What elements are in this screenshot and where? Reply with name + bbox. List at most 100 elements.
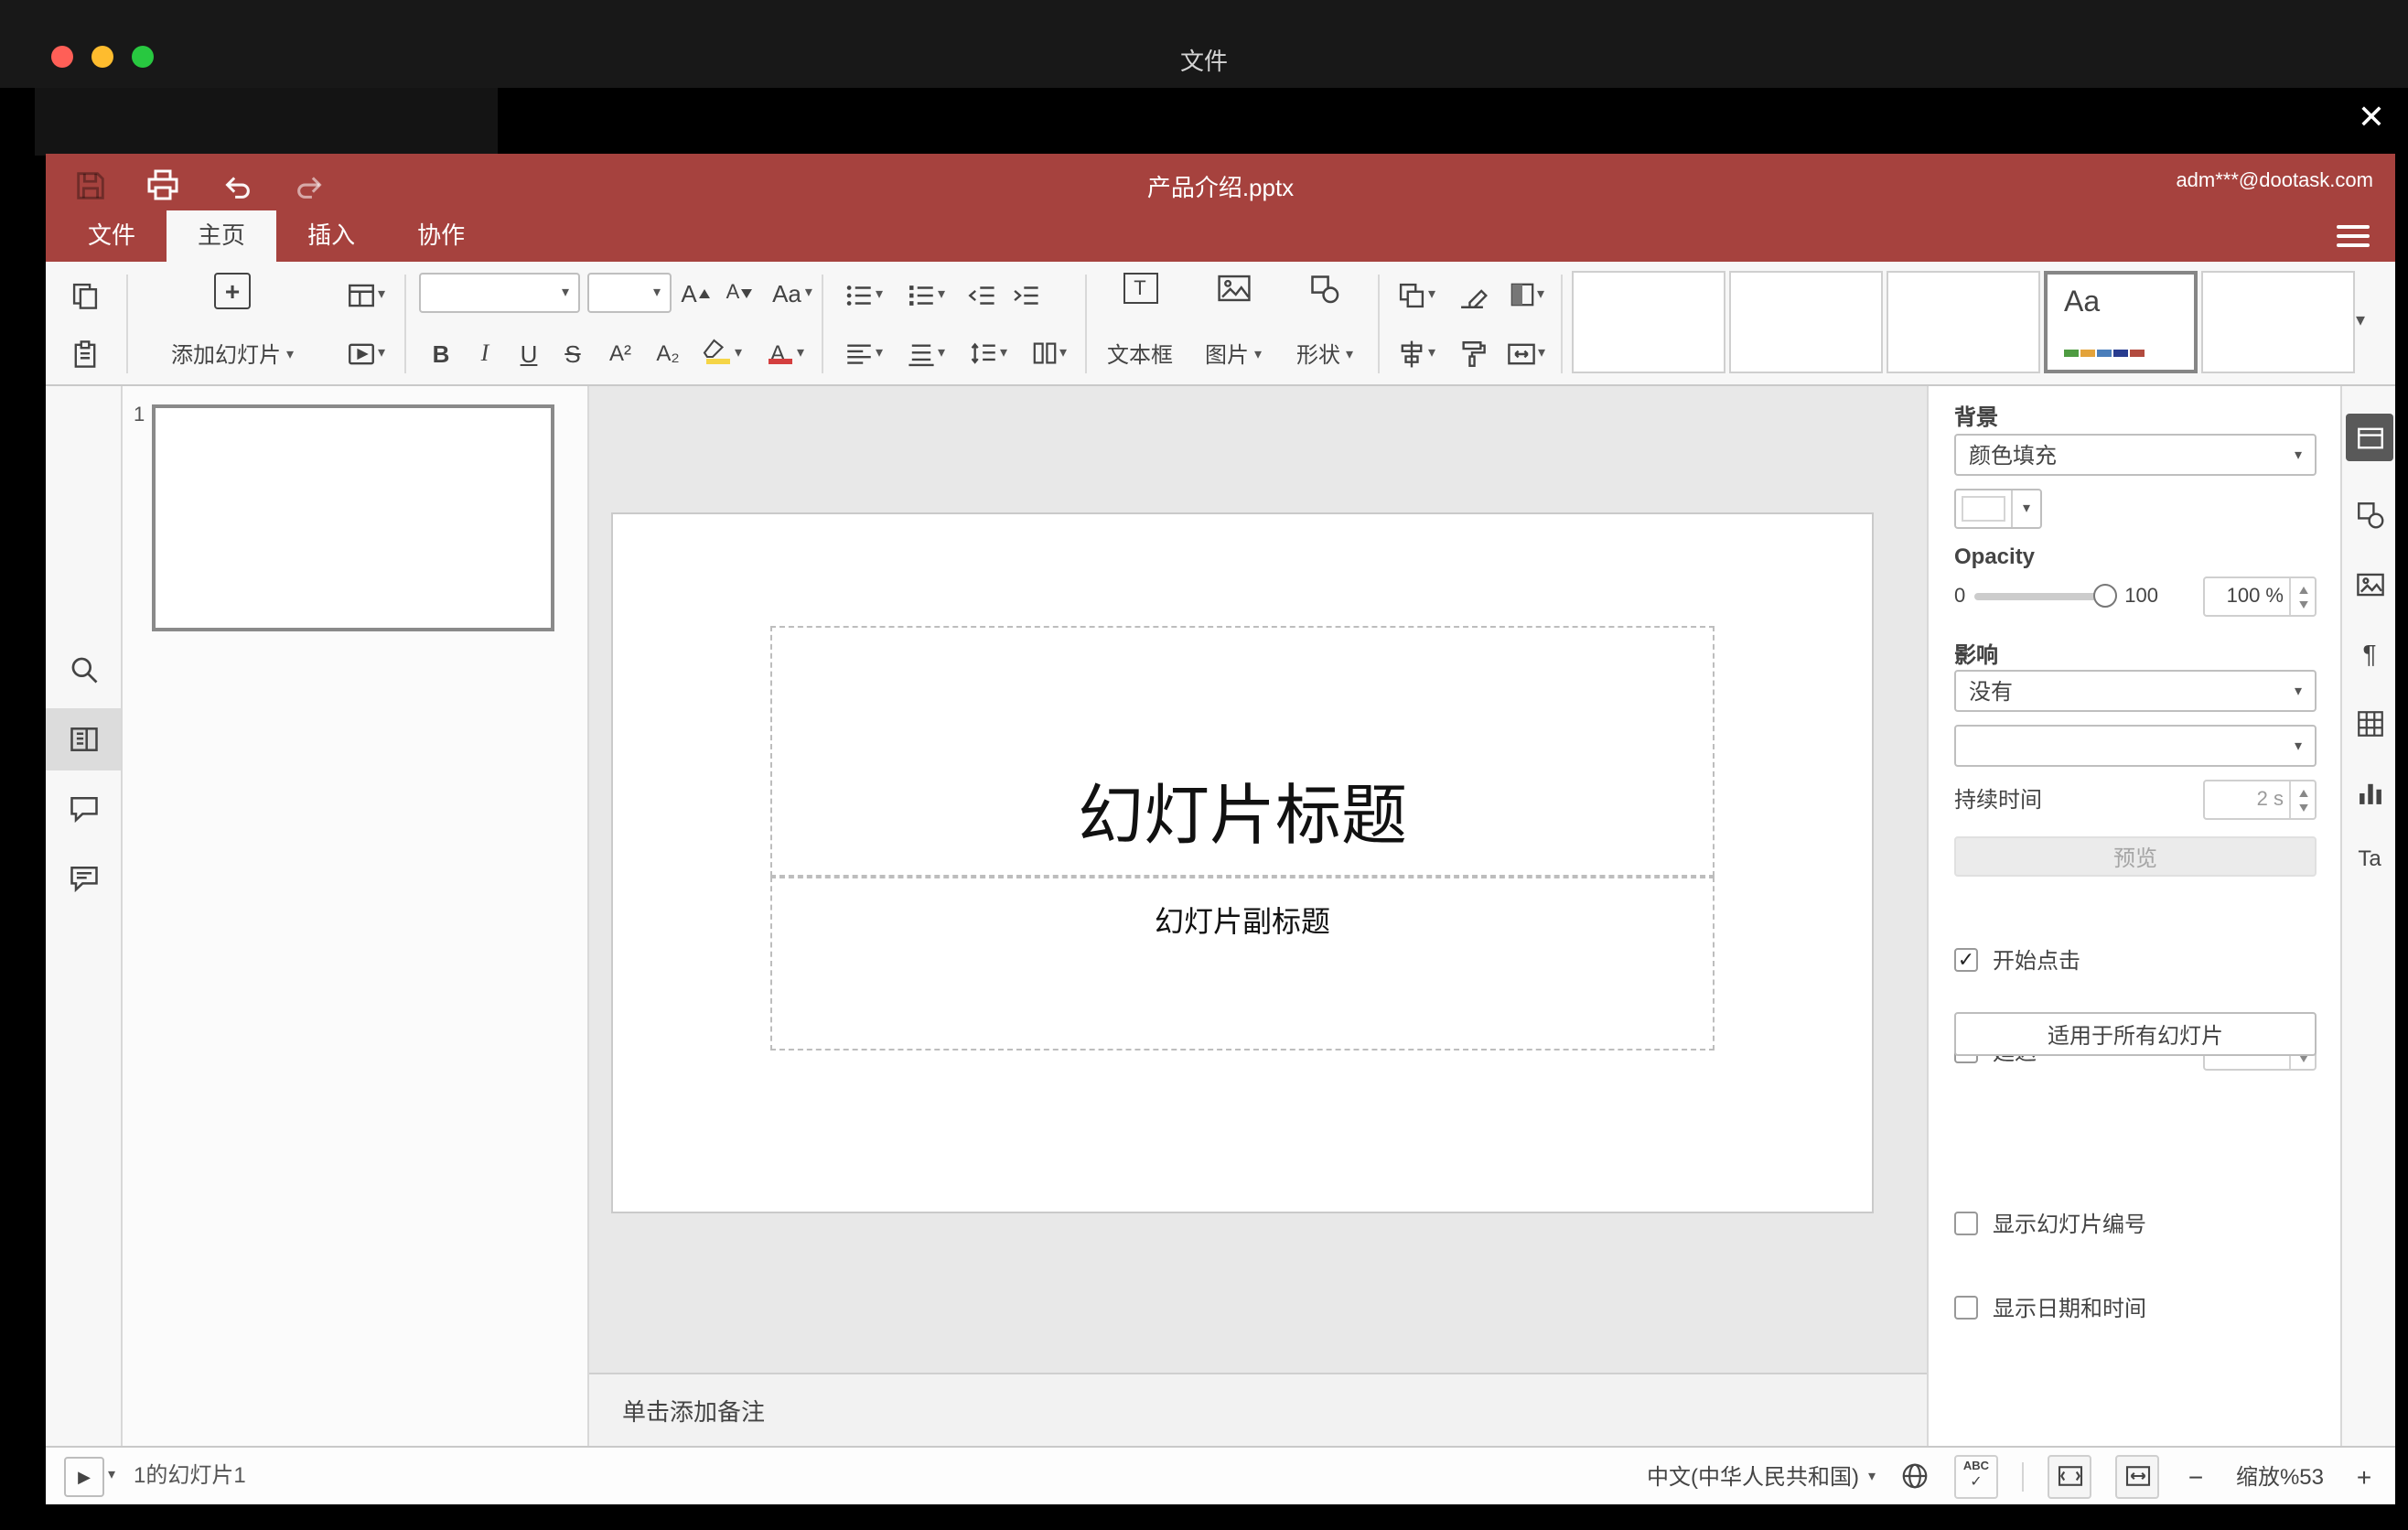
language-selector[interactable]: 中文(中华人民共和国) ▾ [1647, 1460, 1876, 1492]
theme-thumbnail[interactable] [1729, 271, 1883, 373]
slide-layout-button[interactable]: ▾ [335, 271, 397, 318]
globe-icon [1902, 1463, 1928, 1489]
chevron-down-icon: ▾ [377, 344, 385, 361]
effect-dropdown[interactable]: 没有 ▾ [1954, 670, 2317, 712]
effect-option-dropdown[interactable]: ▾ [1954, 725, 2317, 767]
close-icon[interactable]: ✕ [2349, 95, 2393, 139]
show-date-time-checkbox[interactable] [1954, 1295, 1978, 1319]
underline-button[interactable]: U [511, 329, 547, 377]
change-case-button[interactable]: Aa ▾ [763, 269, 822, 317]
subtitle-text: 幻灯片副标题 [1154, 908, 1330, 939]
tab-collaborate[interactable]: 协作 [386, 210, 496, 262]
color-scheme-button[interactable]: ▾ [1499, 271, 1553, 318]
align-left-icon [848, 343, 872, 363]
subtitle-placeholder[interactable]: 幻灯片副标题 [770, 877, 1715, 1051]
increase-indent-button[interactable] [1005, 271, 1045, 318]
bullet-list-button[interactable]: ▾ [836, 271, 891, 318]
columns-icon [1033, 342, 1057, 364]
vertical-align-button[interactable]: ▾ [898, 329, 953, 377]
apply-to-all-slides-button[interactable]: 适用于所有幻灯片 [1954, 1012, 2317, 1056]
background-remnant [35, 88, 498, 156]
font-name-combo[interactable]: ▾ [419, 273, 580, 313]
copy-button[interactable] [60, 271, 108, 318]
align-shapes-button[interactable]: ▾ [1389, 329, 1444, 377]
spellcheck-button[interactable]: ABC ✓ [1954, 1454, 1998, 1498]
tab-insert[interactable]: 插入 [276, 210, 386, 262]
arrange-icon [1400, 282, 1425, 307]
chevron-down-icon: ▾ [1346, 345, 1354, 361]
comments-button[interactable] [60, 785, 108, 833]
theme-thumbnail[interactable] [1887, 271, 2040, 373]
search-button[interactable] [60, 646, 108, 694]
start-slideshow-status-button[interactable]: ▶ [64, 1457, 104, 1497]
table-settings-button[interactable] [2346, 699, 2393, 747]
opacity-slider-knob[interactable] [2093, 584, 2118, 608]
shape-settings-button[interactable] [2346, 490, 2393, 538]
start-slideshow-button[interactable]: ▾ [335, 329, 397, 377]
columns-button[interactable]: ▾ [1023, 329, 1074, 377]
opacity-slider[interactable] [1974, 576, 2118, 617]
theme-thumbnail[interactable] [2201, 271, 2355, 373]
bold-button[interactable]: B [423, 329, 459, 377]
increase-font-size-button[interactable]: A [675, 269, 715, 317]
start-on-click-checkbox[interactable]: ✓ [1954, 947, 1978, 971]
paste-button[interactable] [60, 329, 108, 377]
clear-style-button[interactable] [1451, 271, 1491, 318]
notes-area[interactable]: 单击添加备注 [589, 1373, 1927, 1446]
chart-settings-button[interactable] [2346, 769, 2393, 816]
highlight-color-button[interactable]: ▾ [693, 329, 748, 377]
line-spacing-button[interactable]: ▾ [961, 329, 1016, 377]
copy-style-button[interactable] [1451, 329, 1491, 377]
subscript-button[interactable]: A₂ [646, 329, 690, 377]
slide[interactable]: 幻灯片标题 幻灯片副标题 [613, 514, 1872, 1212]
opacity-input[interactable]: 100 % [2203, 576, 2317, 617]
tab-home[interactable]: 主页 [167, 210, 277, 262]
fit-to-width-button[interactable] [2115, 1454, 2159, 1498]
title-placeholder[interactable]: 幻灯片标题 [770, 626, 1715, 877]
paragraph-settings-button[interactable]: ¶ [2346, 630, 2393, 677]
zoom-out-button[interactable]: − [2183, 1461, 2209, 1491]
zoom-in-button[interactable]: + [2351, 1461, 2377, 1491]
set-language-button[interactable] [1899, 1460, 1930, 1492]
slide-size-button[interactable]: ▾ [1499, 329, 1553, 377]
numbered-list-button[interactable]: ▾ [898, 271, 953, 318]
slide-canvas[interactable]: 幻灯片标题 幻灯片副标题 [589, 386, 1927, 1373]
slides-panel-button[interactable] [46, 708, 121, 770]
insert-shape-button[interactable]: 形状 ▾ [1283, 265, 1367, 379]
show-slide-number-checkbox[interactable] [1954, 1211, 1978, 1234]
strikethrough-button[interactable]: S [554, 329, 591, 377]
fill-color-picker[interactable]: ▾ [1954, 489, 2042, 529]
font-color-button[interactable]: A ▾ [756, 329, 811, 377]
image-settings-button[interactable] [2346, 560, 2393, 608]
superscript-button[interactable]: A² [598, 329, 642, 377]
decrease-font-size-button[interactable]: A [719, 269, 759, 317]
fill-type-dropdown[interactable]: 颜色填充 ▾ [1954, 434, 2317, 476]
font-increase-icon: A [681, 279, 697, 307]
format-painter-icon [1461, 340, 1485, 366]
fit-to-slide-button[interactable] [2048, 1454, 2091, 1498]
insert-image-button[interactable]: 图片 ▾ [1191, 265, 1275, 379]
decrease-indent-button[interactable] [961, 271, 1001, 318]
theme-thumbnail[interactable] [1572, 271, 1725, 373]
tab-file[interactable]: 文件 [57, 210, 167, 262]
opacity-spinner[interactable] [2289, 578, 2315, 615]
duration-spinner[interactable] [2289, 781, 2315, 818]
chevron-down-icon[interactable]: ▾ [108, 1467, 115, 1482]
text-art-settings-button[interactable]: Ta [2346, 835, 2393, 882]
chat-button[interactable] [60, 855, 108, 902]
font-size-combo[interactable]: ▾ [587, 273, 672, 313]
italic-button[interactable]: I [467, 329, 503, 377]
add-slide-button[interactable]: + 添加幻灯片 ▾ [137, 265, 328, 379]
preview-button[interactable]: 预览 [1954, 836, 2317, 877]
slide-thumbnail-1[interactable] [152, 404, 554, 631]
theme-gallery-expand-button[interactable]: ▾ [2337, 298, 2384, 346]
text-box-button[interactable]: T 文本框 [1096, 265, 1184, 379]
horizontal-align-button[interactable]: ▾ [836, 329, 891, 377]
slide-settings-button[interactable] [2346, 414, 2393, 461]
theme-thumbnail-selected[interactable]: Aa [2044, 271, 2198, 373]
duration-input[interactable]: 2 s [2203, 780, 2317, 820]
slide-settings-icon [2357, 426, 2382, 448]
arrange-shapes-button[interactable]: ▾ [1389, 271, 1444, 318]
notes-placeholder: 单击添加备注 [622, 1398, 766, 1426]
hamburger-menu-icon[interactable] [2337, 225, 2370, 247]
